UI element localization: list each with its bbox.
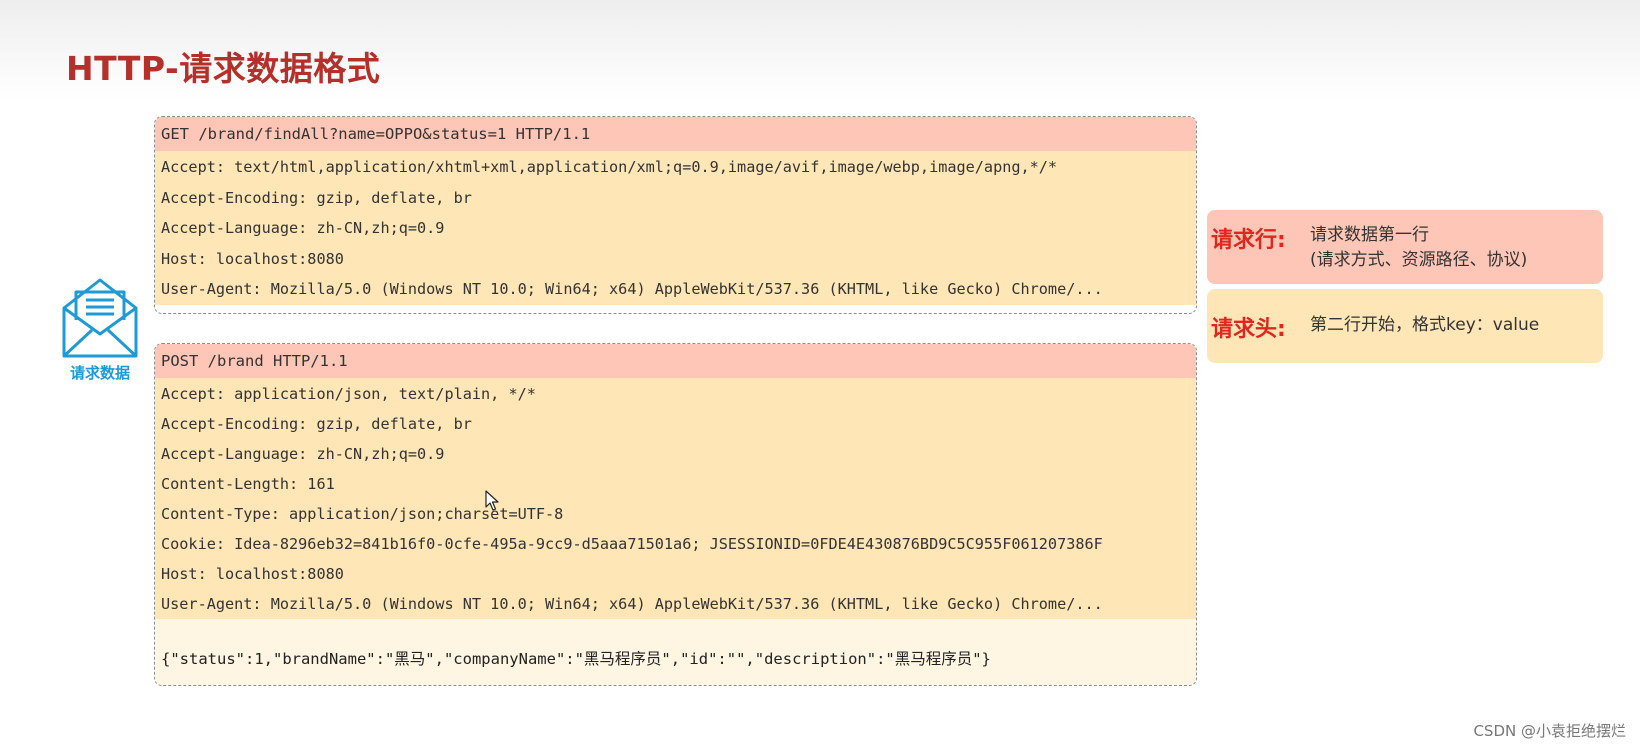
header-line: Content-Type: application/json;charset=U…: [161, 505, 564, 523]
legend-request-line-desc-2: (请求方式、资源路径、协议): [1310, 250, 1528, 270]
header-line: Content-Length: 161: [161, 475, 335, 493]
slide-title: HTTP-请求数据格式: [66, 49, 381, 88]
header-line: User-Agent: Mozilla/5.0 (Windows NT 10.0…: [161, 595, 1103, 613]
post-request-body: {"status":1,"brandName":"黑马","companyNam…: [155, 619, 1196, 685]
request-body-text: {"status":1,"brandName":"黑马","companyNam…: [161, 650, 991, 668]
mouse-cursor-icon: [485, 490, 501, 516]
header-line: Accept: application/json, text/plain, */…: [161, 385, 536, 403]
legend-request-header-key: 请求头:: [1211, 317, 1286, 342]
header-line: User-Agent: Mozilla/5.0 (Windows NT 10.0…: [161, 280, 1103, 298]
legend-request-line-desc: 请求数据第一行 (请求方式、资源路径、协议): [1310, 223, 1527, 273]
post-request-line: POST /brand HTTP/1.1: [155, 344, 1196, 378]
get-request-headers: Accept: text/html,application/xhtml+xml,…: [155, 151, 1196, 305]
header-line: Cookie: Idea-8296eb32=841b16f0-0cfe-495a…: [161, 535, 1103, 553]
header-line: Accept-Encoding: gzip, deflate, br: [161, 415, 472, 433]
watermark: CSDN @小袁拒绝摆烂: [1473, 722, 1626, 740]
legend-request-header: 请求头: 第二行开始，格式key：value: [1207, 289, 1603, 363]
legend-request-line-desc-1: 请求数据第一行: [1310, 225, 1429, 245]
header-line: Accept-Language: zh-CN,zh;q=0.9: [161, 219, 445, 237]
header-line: Accept-Language: zh-CN,zh;q=0.9: [161, 445, 445, 463]
legend-request-line: 请求行: 请求数据第一行 (请求方式、资源路径、协议): [1207, 210, 1603, 284]
header-line: Accept-Encoding: gzip, deflate, br: [161, 188, 472, 207]
get-request-line: GET /brand/findAll?name=OPPO&status=1 HT…: [155, 117, 1196, 151]
header-line: Accept: text/html,application/xhtml+xml,…: [161, 158, 1058, 176]
legend-request-header-desc: 第二行开始，格式key：value: [1310, 315, 1540, 335]
header-line: Host: localhost:8080: [161, 249, 344, 268]
header-line: Host: localhost:8080: [161, 565, 344, 583]
request-data-label: 请求数据: [69, 364, 130, 382]
get-request-block: GET /brand/findAll?name=OPPO&status=1 HT…: [154, 116, 1197, 314]
post-request-block: POST /brand HTTP/1.1 Accept: application…: [154, 343, 1197, 686]
post-request-headers: Accept: application/json, text/plain, */…: [155, 378, 1196, 619]
legend-request-line-key: 请求行:: [1211, 228, 1286, 253]
